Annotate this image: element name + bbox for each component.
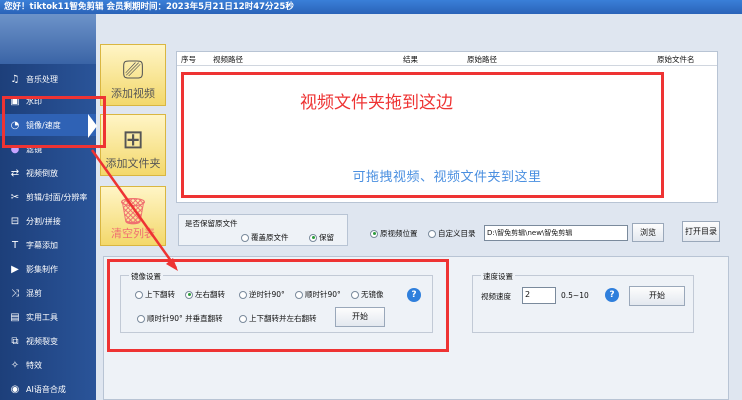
annotation-arrow <box>90 149 178 271</box>
